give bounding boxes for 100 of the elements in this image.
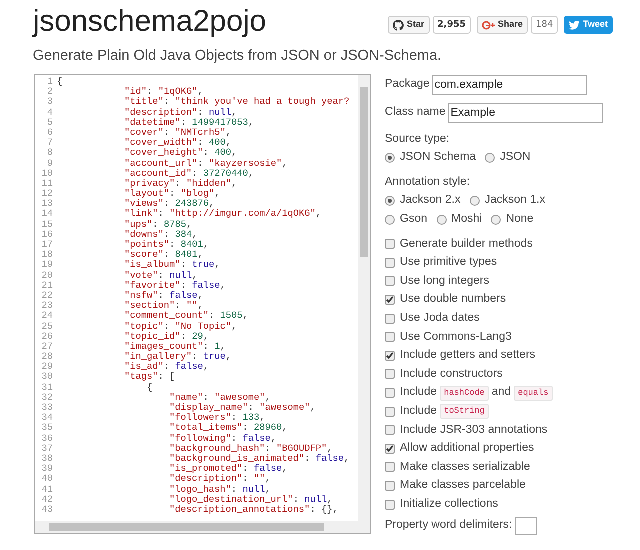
line-number: 3 [46, 97, 54, 108]
checkbox[interactable] [385, 406, 395, 417]
option-label: Include JSR-303 annotations [400, 422, 548, 438]
code-line: "vote": null, [124, 270, 198, 281]
line-number: 23 [40, 301, 54, 312]
site-subtitle: Generate Plain Old Java Objects from JSON or JSON-Schema. [33, 47, 443, 66]
code-editor[interactable] [34, 74, 371, 534]
checkbox[interactable] [385, 444, 395, 454]
checkbox[interactable] [385, 500, 395, 510]
checkbox[interactable] [385, 481, 395, 492]
field-label: Property word delimiters: [385, 518, 512, 534]
line-number: 36 [40, 434, 54, 444]
checkbox[interactable] [385, 369, 395, 380]
code-line: "is_album": true, [124, 260, 220, 271]
option-label: Use primitive types [400, 255, 498, 270]
code-line: "score": 8401, [124, 250, 204, 260]
line-number: 12 [40, 189, 54, 200]
code-line: "background_hash": "BGOUDFP", [168, 444, 333, 454]
code-tag: equals [514, 386, 553, 401]
checkbox[interactable] [385, 314, 395, 324]
text-field[interactable]: com.example [432, 75, 587, 95]
checkbox[interactable] [385, 425, 395, 436]
code-line: "logo_hash": null, [168, 484, 271, 494]
code-line: "cover_height": 400, [124, 148, 238, 158]
line-number: 27 [40, 342, 54, 352]
checkbox[interactable] [385, 388, 395, 398]
line-number: 24 [40, 311, 54, 322]
text-field[interactable]: Example [448, 103, 603, 123]
line-number: 2 [46, 87, 54, 98]
code-line: "following": false, [168, 434, 276, 444]
share-count: 2,955 [432, 16, 471, 34]
radio-button[interactable] [491, 214, 502, 224]
horizontal-scrollbar[interactable] [35, 521, 370, 533]
line-number: 16 [40, 230, 54, 240]
radio-button[interactable] [385, 152, 395, 162]
field-label: Package [385, 77, 430, 92]
option-label: Initialize collections [400, 496, 498, 512]
code-line: "description": null, [124, 108, 238, 118]
code-line: "downs": 384, [124, 230, 198, 240]
line-number: 4 [46, 108, 54, 118]
checkbox[interactable] [385, 239, 395, 250]
site-title: jsonschema2pojo [33, 4, 268, 40]
radio-option[interactable]: JSON Schema [385, 148, 476, 167]
line-number: 10 [40, 168, 54, 179]
option-label: Use double numbers [400, 292, 506, 308]
vertical-scrollbar[interactable] [358, 75, 370, 523]
checkbox[interactable] [385, 276, 395, 286]
checkbox[interactable] [385, 258, 395, 268]
checkbox[interactable] [385, 462, 395, 472]
line-number: 7 [46, 138, 54, 148]
line-number: 35 [40, 423, 54, 434]
radio-button[interactable] [385, 196, 395, 206]
line-number: 32 [40, 392, 54, 403]
line-number: 34 [40, 413, 54, 424]
code-line: "privacy": "hidden", [124, 178, 238, 189]
code-line: "datetime": 1499417053, [124, 118, 254, 128]
radio-option[interactable]: Jackson 1.x [470, 191, 546, 210]
line-number: 43 [40, 504, 54, 516]
github-icon [393, 20, 404, 30]
radio-option[interactable]: None [491, 210, 534, 229]
code-line: "is_ad": false, [124, 362, 209, 372]
code-line: "favorite": false, [124, 280, 226, 291]
star-button[interactable]: Star [388, 16, 430, 34]
code-line: "is_promoted": false, [168, 464, 288, 474]
code-line: "followers": 133, [168, 413, 266, 424]
radio-button[interactable] [485, 152, 496, 162]
code-line: "total_items": 28960, [168, 423, 288, 434]
code-line: "views": 243876, [124, 199, 215, 210]
line-number: 18 [40, 250, 54, 260]
option-label: Generate builder methods [400, 236, 533, 252]
radio-option[interactable]: Jackson 2.x [385, 191, 461, 210]
share-button[interactable]: Share [476, 16, 528, 34]
checkbox[interactable] [385, 295, 395, 306]
delimiter-field[interactable] [515, 516, 538, 535]
code-line: "link": "http://imgur.com/a/1qOKG", [124, 209, 322, 220]
checkbox[interactable] [385, 332, 395, 342]
line-number: 42 [40, 494, 54, 505]
line-number: 1 [46, 77, 54, 88]
line-number: 8 [46, 148, 54, 158]
line-number: 39 [40, 464, 54, 474]
code-line: "account_url": "kayzersosie", [124, 158, 288, 169]
code-line: "id": "1qOKG", [124, 87, 204, 98]
radio-button[interactable] [385, 214, 395, 224]
radio-option[interactable]: JSON [485, 148, 531, 167]
radio-button[interactable] [436, 214, 446, 224]
radio-option[interactable]: Gson [385, 210, 428, 229]
code-line: "title": "think you've had a tough year? [124, 97, 350, 108]
option-label: Use Joda dates [400, 311, 480, 326]
radio-option[interactable]: Moshi [436, 210, 482, 229]
line-number: 29 [40, 362, 54, 372]
checkbox[interactable] [385, 350, 395, 361]
code-line: { [57, 77, 63, 88]
radio-button[interactable] [470, 196, 480, 206]
line-number: 31 [40, 382, 54, 393]
code-line: "description": "", [168, 474, 271, 484]
code-line: "cover": "NMTcrh5", [124, 128, 232, 138]
option-label: Include constructors [400, 366, 503, 382]
line-number: 22 [40, 290, 54, 302]
code-line: "display_name": "awesome", [168, 403, 316, 413]
code-line: "layout": "blog", [124, 189, 220, 200]
